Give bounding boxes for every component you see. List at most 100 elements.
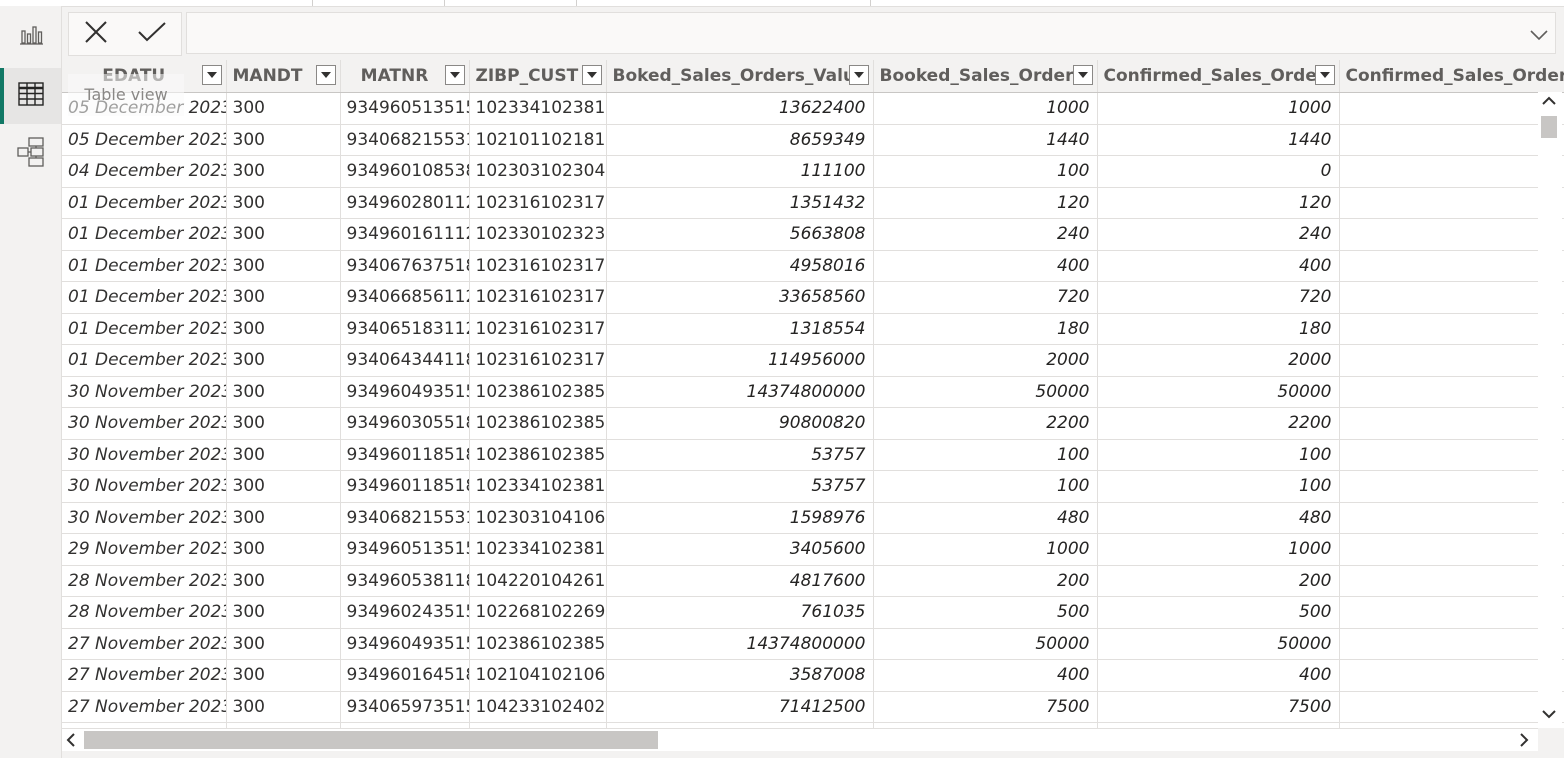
table-cell[interactable] (1339, 218, 1564, 251)
table-cell[interactable]: 102316102317 (469, 281, 607, 314)
column-header[interactable]: Confirmed_Sales_Order (1097, 60, 1340, 93)
table-cell[interactable]: 300 (226, 250, 341, 282)
table-row[interactable]: 01 December 2023 300 934066856112 102316102… (62, 281, 1564, 314)
table-row[interactable]: 30 November 2023 300 934960493515 102386102… (62, 376, 1564, 408)
table-cell[interactable]: 05 December 2023 (62, 124, 227, 156)
table-cell[interactable]: 300 (226, 470, 341, 503)
table-cell[interactable]: 53757 (606, 439, 874, 471)
table-cell[interactable]: 300 (226, 628, 341, 660)
table-cell[interactable]: 1598976 (606, 502, 874, 534)
table-cell[interactable]: 180 (1097, 313, 1340, 345)
table-row[interactable]: 28 November 2023 300 934960243515 102268102… (62, 596, 1564, 629)
table-row[interactable]: 30 November 2023 300 934960118518 102386102… (62, 439, 1564, 471)
table-cell[interactable]: 100 (873, 470, 1098, 503)
table-cell[interactable]: 300 (226, 313, 341, 345)
table-cell[interactable]: 100 (1097, 470, 1340, 503)
chevron-down-icon[interactable] (1530, 26, 1548, 45)
scroll-up-icon[interactable] (1542, 96, 1556, 105)
table-cell[interactable]: 300 (226, 596, 341, 629)
table-cell[interactable]: 28 November 2023 (62, 596, 227, 629)
table-cell[interactable]: 200 (873, 565, 1098, 597)
column-header[interactable]: MANDT (226, 60, 341, 93)
scroll-left-icon[interactable] (66, 733, 75, 747)
table-cell[interactable]: 8659349 (606, 124, 874, 156)
table-cell[interactable]: 934960493515 (340, 628, 470, 660)
table-row[interactable]: 01 December 2023 300 934960280112 102316102… (62, 187, 1564, 219)
table-cell[interactable]: 30 November 2023 (62, 470, 227, 503)
table-cell[interactable]: 2200 (1097, 407, 1340, 440)
table-cell[interactable]: 934960280112 (340, 187, 470, 219)
table-cell[interactable]: 1000 (1097, 533, 1340, 566)
table-row[interactable]: 05 December 2023 300 934068215531 102101102… (62, 124, 1564, 156)
table-cell[interactable]: 7500 (873, 691, 1098, 723)
table-row[interactable]: 27 November 2023 300 934960164518 102104102… (62, 659, 1564, 692)
table-cell[interactable] (1339, 502, 1564, 534)
table-cell[interactable]: 30 November 2023 (62, 502, 227, 534)
table-cell[interactable]: 14 (1339, 376, 1564, 408)
table-cell[interactable]: 120 (873, 187, 1098, 219)
table-cell[interactable] (1339, 155, 1564, 188)
table-row[interactable]: 01 December 2023 300 934067637518 102316102… (62, 250, 1564, 282)
table-cell[interactable]: 102330102323 (469, 218, 607, 251)
table-cell[interactable]: 104233102402 (469, 691, 607, 723)
table-cell[interactable]: 3405600 (606, 533, 874, 566)
table-cell[interactable]: 01 December 2023 (62, 313, 227, 345)
table-row[interactable]: 01 December 2023 300 934960161112 102330102… (62, 218, 1564, 251)
vertical-scroll-thumb[interactable] (1541, 116, 1557, 138)
table-cell[interactable]: 102316102317 (469, 344, 607, 377)
table-cell[interactable]: 934960108538 (340, 155, 470, 188)
table-cell[interactable]: 2000 (1097, 344, 1340, 377)
table-cell[interactable]: 4958016 (606, 250, 874, 282)
table-cell[interactable]: 2000 (873, 344, 1098, 377)
report-view-button[interactable] (0, 8, 61, 64)
filter-dropdown-icon[interactable] (201, 65, 222, 85)
table-cell[interactable]: 27 November 2023 (62, 659, 227, 692)
table-cell[interactable]: 30 November 2023 (62, 376, 227, 408)
filter-dropdown-icon[interactable] (1314, 65, 1335, 85)
table-cell[interactable]: 53757 (606, 470, 874, 503)
table-cell[interactable]: 01 December 2023 (62, 281, 227, 314)
table-cell[interactable] (1339, 124, 1564, 156)
table-cell[interactable]: 934960513515 (340, 533, 470, 566)
column-header[interactable]: Booked_Sales_Orders (873, 60, 1098, 93)
table-cell[interactable]: 30 November 2023 (62, 439, 227, 471)
table-cell[interactable]: 50000 (1097, 628, 1340, 660)
table-cell[interactable]: 102334102381 (469, 470, 607, 503)
table-cell[interactable]: 71412500 (606, 691, 874, 723)
table-cell[interactable]: 102316102317 (469, 187, 607, 219)
table-row[interactable]: 27 November 2023 300 934065973515 104233102… (62, 691, 1564, 723)
table-cell[interactable]: 0 (1097, 155, 1340, 188)
table-cell[interactable]: 720 (873, 281, 1098, 314)
table-cell[interactable]: 102303102304 (469, 155, 607, 188)
table-cell[interactable] (1339, 313, 1564, 345)
table-cell[interactable]: 240 (1097, 218, 1340, 251)
table-cell[interactable]: 100 (1097, 439, 1340, 471)
table-cell[interactable]: 29 November 2023 (62, 533, 227, 566)
table-cell[interactable] (1339, 565, 1564, 597)
table-cell[interactable]: 14374800000 (606, 376, 874, 408)
table-cell[interactable]: 300 (226, 155, 341, 188)
table-cell[interactable]: 300 (226, 502, 341, 534)
table-cell[interactable]: 300 (226, 92, 341, 125)
table-cell[interactable]: 90800820 (606, 407, 874, 440)
table-cell[interactable]: 300 (226, 218, 341, 251)
table-cell[interactable]: 7500 (1097, 691, 1340, 723)
table-cell[interactable]: 1440 (873, 124, 1098, 156)
table-cell[interactable] (1339, 533, 1564, 566)
formula-input[interactable] (186, 12, 1556, 54)
table-cell[interactable]: 102386102385 (469, 376, 607, 408)
table-cell[interactable]: 50000 (873, 376, 1098, 408)
column-header[interactable]: MATNR (340, 60, 470, 93)
table-cell[interactable] (1339, 659, 1564, 692)
table-cell[interactable]: 300 (226, 659, 341, 692)
table-cell[interactable]: 30 November 2023 (62, 407, 227, 440)
table-cell[interactable]: 102104102106 (469, 659, 607, 692)
table-cell[interactable]: 240 (873, 218, 1098, 251)
table-cell[interactable]: 200 (1097, 565, 1340, 597)
table-cell[interactable]: 400 (873, 250, 1098, 282)
model-view-button[interactable] (0, 126, 61, 182)
table-cell[interactable]: 300 (226, 281, 341, 314)
table-cell[interactable] (1339, 250, 1564, 282)
close-icon[interactable] (83, 19, 109, 49)
table-row[interactable]: 29 November 2023 300 934960513515 102334102… (62, 533, 1564, 566)
